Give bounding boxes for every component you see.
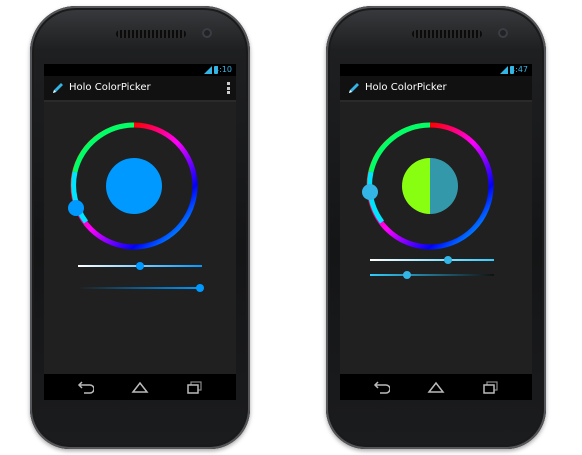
front-camera: [498, 28, 508, 38]
action-bar: Holo ColorPicker: [44, 76, 236, 102]
pencil-icon[interactable]: [346, 80, 362, 96]
home-icon[interactable]: [131, 380, 149, 394]
hue-thumb[interactable]: [68, 200, 84, 216]
navigation-bar: [44, 374, 236, 400]
old-color-preview[interactable]: [402, 158, 430, 214]
phone-right: 4:47 Holo ColorPicker: [326, 6, 546, 449]
pencil-icon[interactable]: [50, 80, 66, 96]
app-title: Holo ColorPicker: [365, 82, 447, 93]
saturation-thumb[interactable]: [444, 256, 452, 264]
color-wheel[interactable]: [66, 118, 202, 254]
saturation-thumb[interactable]: [136, 262, 144, 270]
value-slider[interactable]: [370, 269, 494, 281]
speaker-grille: [412, 30, 482, 38]
status-bar: 4:47: [340, 64, 532, 76]
saturation-slider[interactable]: [370, 254, 494, 266]
screen: 4:47 Holo ColorPicker: [340, 64, 532, 400]
navigation-bar: [340, 374, 532, 400]
back-icon[interactable]: [76, 380, 94, 394]
saturation-slider[interactable]: [78, 260, 202, 272]
back-icon[interactable]: [372, 380, 390, 394]
action-bar: Holo ColorPicker: [340, 76, 532, 102]
signal-icon: [204, 66, 212, 74]
center-color-preview: [106, 158, 162, 214]
new-color-preview: [430, 158, 458, 214]
color-wheel[interactable]: [362, 118, 498, 254]
hue-thumb[interactable]: [362, 184, 378, 200]
saturation-track: [370, 259, 494, 261]
value-thumb[interactable]: [196, 284, 204, 292]
value-thumb[interactable]: [403, 271, 411, 279]
app-title: Holo ColorPicker: [69, 82, 151, 93]
screen: 4:10 Holo ColorPicker: [44, 64, 236, 400]
value-slider[interactable]: [78, 282, 204, 294]
clock: 4:47: [510, 65, 528, 74]
home-icon[interactable]: [427, 380, 445, 394]
signal-icon: [500, 66, 508, 74]
speaker-grille: [116, 30, 186, 38]
clock: 4:10: [214, 65, 232, 74]
phone-left: 4:10 Holo ColorPicker: [30, 6, 250, 449]
recent-apps-icon[interactable]: [186, 380, 204, 394]
recent-apps-icon[interactable]: [482, 380, 500, 394]
overflow-menu-icon[interactable]: [227, 82, 230, 94]
front-camera: [202, 28, 212, 38]
value-track: [78, 287, 202, 289]
value-track: [370, 274, 494, 276]
status-bar: 4:10: [44, 64, 236, 76]
